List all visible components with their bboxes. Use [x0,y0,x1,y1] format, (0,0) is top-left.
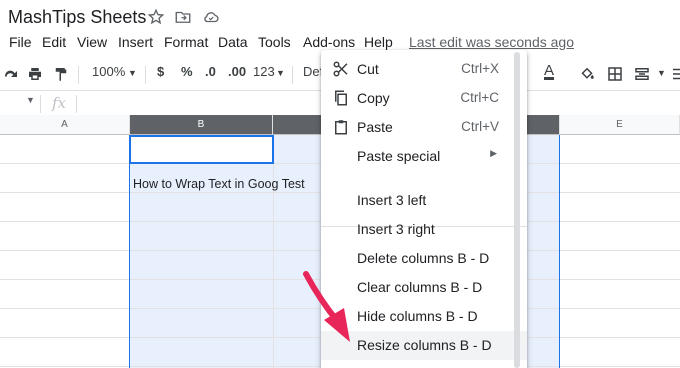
menu-add-ons[interactable]: Add-ons [303,34,355,50]
document-title[interactable]: MashTips Sheets [8,7,146,28]
formula-divider [76,95,77,113]
column-divider [273,135,274,368]
more-formats-chevron-down-icon[interactable]: ▼ [276,68,285,78]
formula-input[interactable] [78,91,318,115]
cell-b3-text[interactable]: How to Wrap Text in Goog Test [133,177,305,191]
move-to-folder-icon[interactable] [174,8,192,26]
context-menu-paste[interactable]: Paste Ctrl+V [321,113,527,142]
menu-view[interactable]: View [77,34,107,50]
more-formats-button[interactable]: 123 [253,64,275,79]
context-menu-insert-left[interactable]: Insert 3 left [321,186,527,215]
increase-decimal-button[interactable]: .00 [228,64,246,79]
redo-icon[interactable] [2,65,20,83]
context-menu-label: Insert 3 left [357,192,427,208]
context-menu-copy[interactable]: Copy Ctrl+C [321,84,527,113]
context-menu-label: Resize columns B - D [357,337,492,353]
toolbar-divider [145,66,146,84]
annotation-arrow-icon [303,271,350,342]
merge-cells-icon[interactable] [633,65,651,83]
copy-icon [335,90,347,106]
menu-help[interactable]: Help [364,34,393,50]
scissors-icon [333,61,348,77]
context-menu-cut[interactable]: Cut Ctrl+X [321,55,527,84]
context-menu-label: Cut [357,61,379,77]
borders-icon[interactable] [606,65,624,83]
context-menu-paste-special[interactable]: Paste special ▶ [321,142,527,171]
context-menu-shortcut: Ctrl+C [460,90,499,105]
selection-border-left [129,135,130,368]
context-menu-label: Clear columns B - D [357,279,483,295]
toolbar-divider [292,66,293,84]
menu-data[interactable]: Data [218,34,248,50]
context-menu-shortcut: Ctrl+X [461,61,499,76]
context-menu-label: Hide columns B - D [357,308,478,324]
context-menu-shortcut: Ctrl+V [461,119,499,134]
column-header-e[interactable]: E [560,115,680,135]
last-edit-link[interactable]: Last edit was seconds ago [409,34,574,50]
menu-tools[interactable]: Tools [258,34,291,50]
align-icon[interactable] [670,65,680,83]
print-icon[interactable] [26,65,44,83]
context-menu-label: Delete columns B - D [357,250,490,266]
column-header-b[interactable]: B [130,115,273,135]
context-menu-delete-columns[interactable]: Delete columns B - D [321,244,527,273]
star-icon[interactable] [147,8,165,26]
column-header-a[interactable]: A [0,115,130,135]
percent-format-button[interactable]: % [181,64,193,79]
clipboard-icon [335,120,347,135]
menu-file[interactable]: File [9,34,32,50]
submenu-arrow-icon: ▶ [490,148,497,158]
toolbar-divider [78,66,79,84]
currency-format-button[interactable]: $ [157,64,164,79]
menu-format[interactable]: Format [164,34,208,50]
menu-edit[interactable]: Edit [42,34,66,50]
context-menu-label: Copy [357,90,390,106]
zoom-chevron-down-icon[interactable]: ▼ [128,68,137,78]
merge-chevron-down-icon[interactable]: ▼ [657,68,666,78]
active-cell-b2[interactable] [129,135,274,164]
selection-border-right [559,135,560,368]
name-box-chevron-down-icon[interactable]: ▼ [26,95,35,105]
paint-format-icon[interactable] [52,65,70,83]
title-bar: MashTips Sheets [0,0,680,34]
fx-icon: fx [52,94,67,112]
context-menu-label: Paste special [357,148,441,164]
text-color-icon[interactable]: A [544,62,554,79]
cloud-status-icon[interactable] [202,8,220,26]
context-menu-label: Paste [357,119,393,135]
formula-divider [40,95,41,113]
context-menu-label: Insert 3 right [357,221,435,237]
fill-color-icon[interactable] [578,65,596,83]
menu-insert[interactable]: Insert [118,34,153,50]
context-menu-scrollbar[interactable] [514,52,520,368]
decrease-decimal-button[interactable]: .0 [205,64,216,79]
zoom-select[interactable]: 100% [92,64,125,79]
context-menu-insert-right[interactable]: Insert 3 right [321,215,527,244]
